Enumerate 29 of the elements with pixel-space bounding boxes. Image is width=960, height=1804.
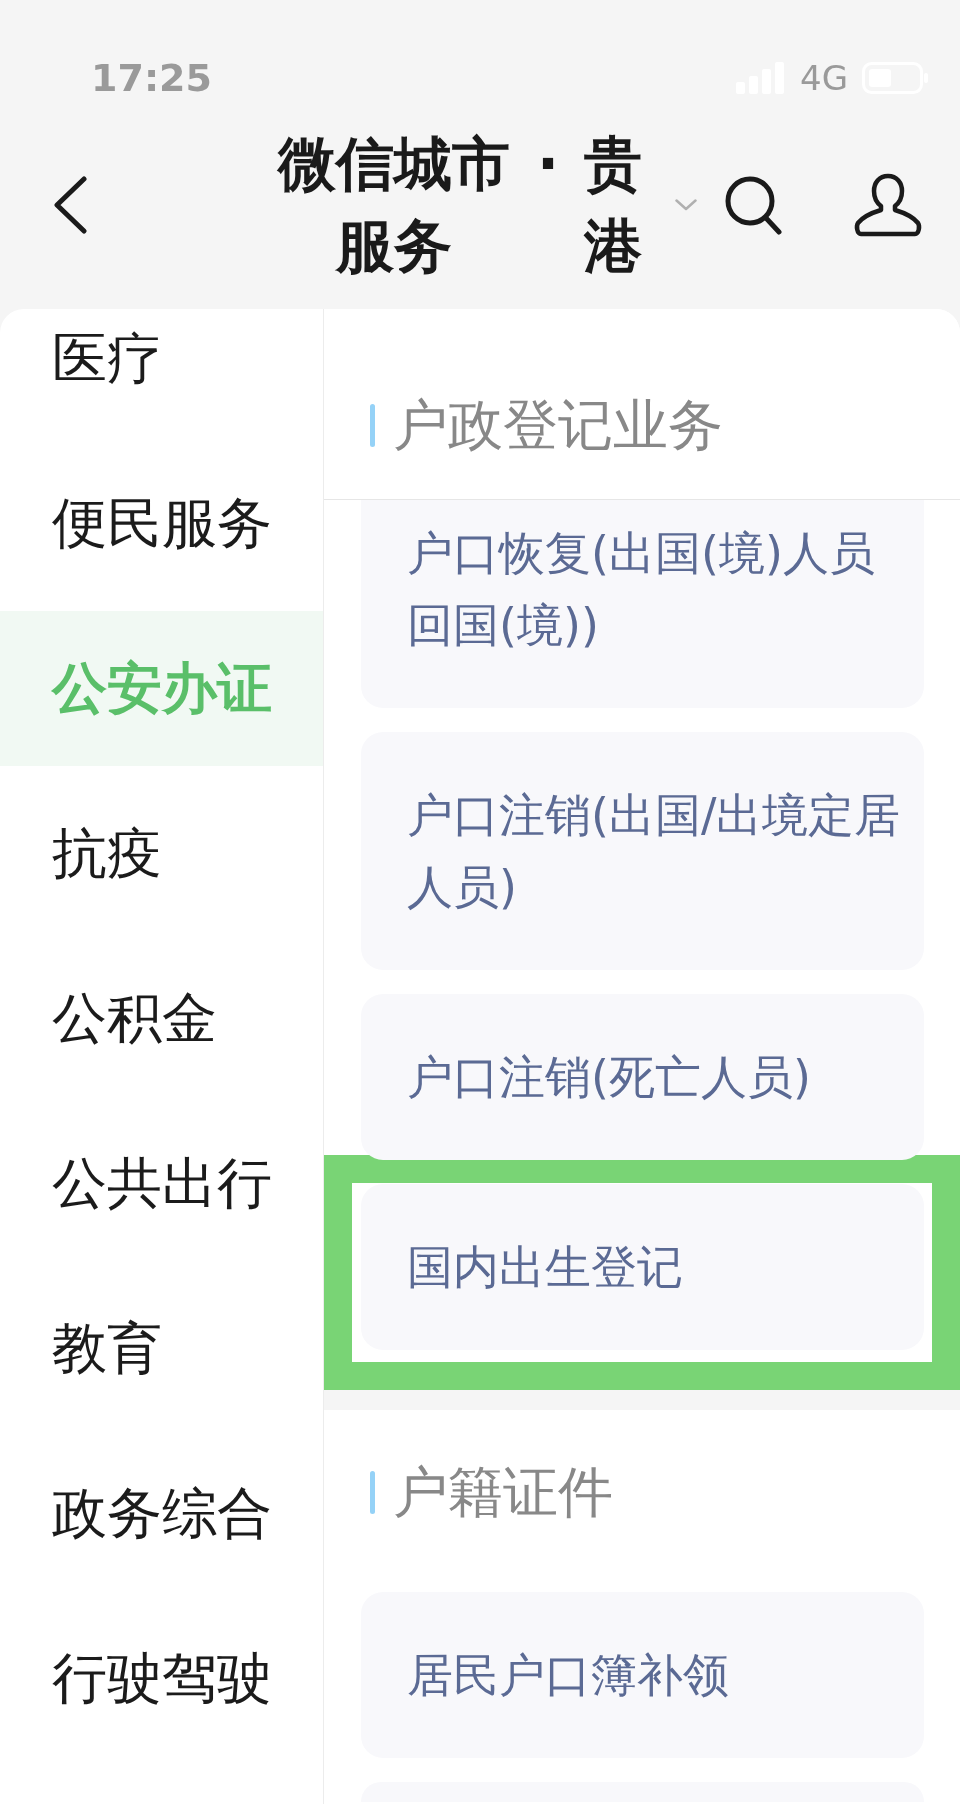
service-card[interactable]: 户口注销(出国/出境定居人员) bbox=[361, 732, 924, 970]
accent-bar-icon bbox=[370, 403, 375, 447]
service-card[interactable]: 居民户口簿补领 bbox=[361, 1592, 924, 1758]
back-button[interactable] bbox=[53, 176, 87, 234]
sidebar-item[interactable]: 公积金 bbox=[0, 941, 323, 1096]
profile-button[interactable] bbox=[853, 173, 923, 237]
service-card[interactable]: 户口注销(死亡人员) bbox=[361, 994, 924, 1160]
service-card[interactable]: 户口恢复(出国(境)人员回国(境)) bbox=[361, 500, 924, 708]
accent-bar-icon bbox=[370, 1470, 375, 1514]
back-chevron-icon bbox=[53, 176, 87, 234]
search-button[interactable] bbox=[724, 175, 782, 235]
search-icon bbox=[724, 175, 782, 235]
sidebar-item[interactable]: 公共出行 bbox=[0, 1106, 323, 1261]
status-time: 17:25 bbox=[91, 56, 212, 100]
sidebar-item[interactable]: 便民服务 bbox=[0, 446, 323, 601]
city-selector[interactable]: 贵港 bbox=[584, 123, 697, 287]
service-card[interactable]: 国内出生登记 bbox=[361, 1184, 924, 1350]
title-separator: · bbox=[535, 129, 560, 200]
section-title: 户籍证件 bbox=[393, 1462, 613, 1522]
section-title: 户政登记业务 bbox=[393, 395, 723, 455]
sidebar-item[interactable]: 医疗 bbox=[0, 309, 323, 436]
dropdown-chevron-icon bbox=[675, 199, 697, 211]
sidebar-item[interactable]: 教育 bbox=[0, 1271, 323, 1426]
sidebar-item[interactable]: 政务综合 bbox=[0, 1436, 323, 1591]
person-icon bbox=[853, 173, 923, 237]
network-label: 4G bbox=[800, 58, 848, 98]
sidebar-item[interactable]: 行驶驾驶 bbox=[0, 1601, 323, 1756]
page-title: 微信城市服务 bbox=[276, 129, 511, 282]
sidebar-item[interactable]: 抗疫 bbox=[0, 776, 323, 931]
